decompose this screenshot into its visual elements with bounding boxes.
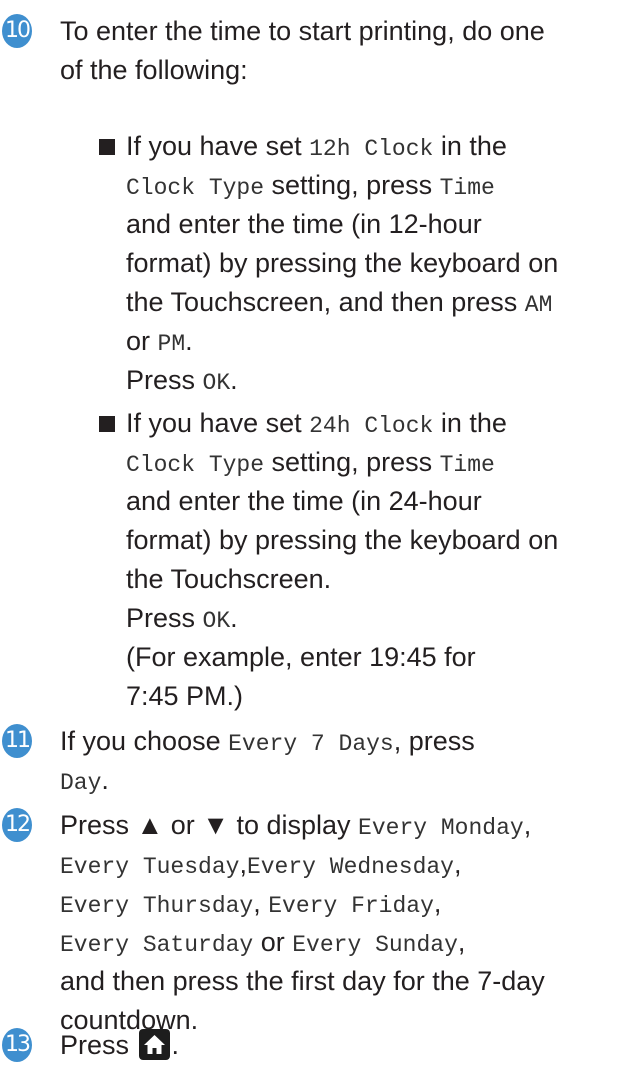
step-13-line-1: Press . xyxy=(60,1029,180,1060)
step-number-badge: 10 xyxy=(2,14,32,48)
step-10-line-1: To enter the time to start printing, do … xyxy=(60,16,545,46)
step-11-line-2: Day. xyxy=(60,765,109,796)
home-icon xyxy=(138,1029,170,1060)
bullet-line: Clock Type setting, press Time xyxy=(126,170,495,201)
step-11-line-1: If you choose Every 7 Days, press xyxy=(60,726,475,757)
step-number-badge: 13 xyxy=(2,1028,32,1062)
bullet-line: format) by pressing the keyboard on xyxy=(126,248,559,278)
bullet-line: If you have set 24h Clock in the xyxy=(126,408,507,439)
step-12-line-3: Every Thursday, Every Friday, xyxy=(60,888,442,919)
bullet-line: or PM. xyxy=(126,326,193,357)
bullet-line: and enter the time (in 12-hour xyxy=(126,209,482,239)
step-12-line-5: and then press the first day for the 7-d… xyxy=(60,966,545,996)
step-number-badge: 12 xyxy=(2,808,32,842)
bullet-square-icon xyxy=(99,139,115,155)
bullet-line: the Touchscreen. xyxy=(126,564,332,594)
step-12-line-1: Press ▲ or ▼ to display Every Monday, xyxy=(60,810,532,841)
bullet-line: and enter the time (in 24-hour xyxy=(126,486,482,516)
bullet-line: Press OK. xyxy=(126,365,238,396)
bullet-line: If you have set 12h Clock in the xyxy=(126,131,507,162)
bullet-line: format) by pressing the keyboard on xyxy=(126,525,559,555)
bullet-line: the Touchscreen, and then press AM xyxy=(126,287,553,318)
step-10-line-2: of the following: xyxy=(60,55,248,85)
step-number-badge: 11 xyxy=(2,724,32,758)
bullet-line: Press OK. xyxy=(126,603,238,634)
step-12-line-4: Every Saturday or Every Sunday, xyxy=(60,927,466,958)
bullet-line: (For example, enter 19:45 for xyxy=(126,642,476,672)
bullet-square-icon xyxy=(99,416,115,432)
step-12-line-2: Every Tuesday,Every Wednesday, xyxy=(60,849,462,880)
bullet-line: Clock Type setting, press Time xyxy=(126,447,495,478)
bullet-line: 7:45 PM.) xyxy=(126,681,244,711)
